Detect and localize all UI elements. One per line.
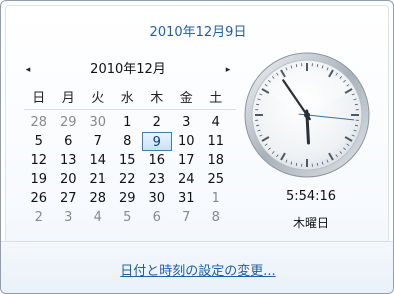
calendar-day[interactable]: 30	[83, 113, 113, 132]
calendar-day[interactable]: 29	[54, 113, 84, 132]
calendar-week-row: 12 13 14 15 16 17 18	[24, 151, 236, 170]
calendar-day-selected[interactable]: 9	[142, 132, 172, 151]
weekday-label: 月	[61, 91, 75, 106]
calendar-day[interactable]: 26	[24, 189, 54, 208]
calendar-day[interactable]: 2	[24, 208, 54, 227]
weekday-label: 木	[150, 91, 164, 106]
month-label[interactable]: 2010年12月	[21, 61, 235, 79]
clock-center-pin	[304, 112, 310, 118]
calendar-week-row: 26 27 28 29 30 31 1	[24, 189, 236, 208]
calendar-day[interactable]: 20	[54, 170, 84, 189]
calendar-day[interactable]: 2	[142, 113, 172, 132]
calendar-day[interactable]: 17	[172, 151, 202, 170]
calendar-week-row: 19 20 21 22 23 24 25	[24, 170, 236, 189]
calendar-day[interactable]: 11	[201, 132, 231, 151]
calendar-day[interactable]: 8	[201, 208, 231, 227]
calendar-day[interactable]: 5	[113, 208, 143, 227]
calendar-day[interactable]: 15	[113, 151, 143, 170]
calendar-day[interactable]: 18	[201, 151, 231, 170]
calendar-header: ◂ 2010年12月 ▸	[21, 61, 235, 79]
calendar-day[interactable]: 10	[172, 132, 202, 151]
calendar-day[interactable]: 6	[54, 132, 84, 151]
full-date-link[interactable]: 2010年12月9日	[1, 21, 393, 40]
calendar-day[interactable]: 27	[54, 189, 84, 208]
calendar-day[interactable]: 6	[142, 208, 172, 227]
calendar-day[interactable]: 3	[54, 208, 84, 227]
change-date-time-settings-link[interactable]: 日付と時刻の設定の変更...	[1, 260, 393, 279]
calendar-week-row: 5 6 7 8 9 10 11	[24, 132, 236, 151]
calendar-day[interactable]: 12	[24, 151, 54, 170]
calendar-day[interactable]: 22	[113, 170, 143, 189]
weekday-text: 木曜日	[292, 216, 329, 230]
weekday-label: 金	[179, 91, 193, 106]
calendar-day[interactable]: 8	[113, 132, 143, 151]
calendar-day[interactable]: 23	[142, 170, 172, 189]
weekday-label: 火	[91, 91, 105, 106]
weekday-header-row: 日 月 火 水 木 金 土	[24, 89, 236, 110]
analog-clock	[244, 52, 370, 178]
calendar-day[interactable]: 5	[24, 132, 54, 151]
calendar-day[interactable]: 7	[172, 208, 202, 227]
calendar-day[interactable]: 1	[201, 189, 231, 208]
calendar-day[interactable]: 1	[113, 113, 143, 132]
next-month-button[interactable]: ▸	[221, 61, 235, 79]
calendar-week-row: 28 29 30 1 2 3 4	[24, 113, 236, 132]
calendar-day[interactable]: 24	[172, 170, 202, 189]
calendar-day[interactable]: 13	[54, 151, 84, 170]
weekday-label: 日	[32, 91, 46, 106]
calendar-day[interactable]: 21	[83, 170, 113, 189]
calendar-day[interactable]: 3	[172, 113, 202, 132]
calendar-day[interactable]: 19	[24, 170, 54, 189]
calendar-weeks: 28 29 30 1 2 3 4 5 6 7 8 9 10 11 12 13 14 15 16 17 18 19 20 21 2…	[24, 113, 236, 227]
weekday-label: 土	[209, 91, 223, 106]
calendar-day[interactable]: 29	[113, 189, 143, 208]
calendar-day[interactable]: 7	[83, 132, 113, 151]
digital-time: 5:54:16	[285, 189, 337, 204]
calendar-day[interactable]: 28	[83, 189, 113, 208]
weekday-label: 水	[120, 91, 134, 106]
calendar-day[interactable]: 31	[172, 189, 202, 208]
footer-bar: 日付と時刻の設定の変更...	[1, 241, 393, 293]
calendar-day[interactable]: 4	[83, 208, 113, 227]
date-time-flyout: 2010年12月9日 ◂ 2010年12月 ▸ 日 月 火 水 木 金 土 28…	[0, 0, 394, 294]
calendar-day[interactable]: 16	[142, 151, 172, 170]
calendar-week-row: 2345678	[24, 208, 236, 227]
calendar-day[interactable]: 25	[201, 170, 231, 189]
calendar-day[interactable]: 14	[83, 151, 113, 170]
calendar-day[interactable]: 4	[201, 113, 231, 132]
calendar-day[interactable]: 28	[24, 113, 54, 132]
calendar-grid: 日 月 火 水 木 金 土 28 29 30 1 2 3 4 5 6 7 8 9 10 11 12 13 14 1…	[24, 89, 236, 227]
calendar-day[interactable]: 30	[142, 189, 172, 208]
